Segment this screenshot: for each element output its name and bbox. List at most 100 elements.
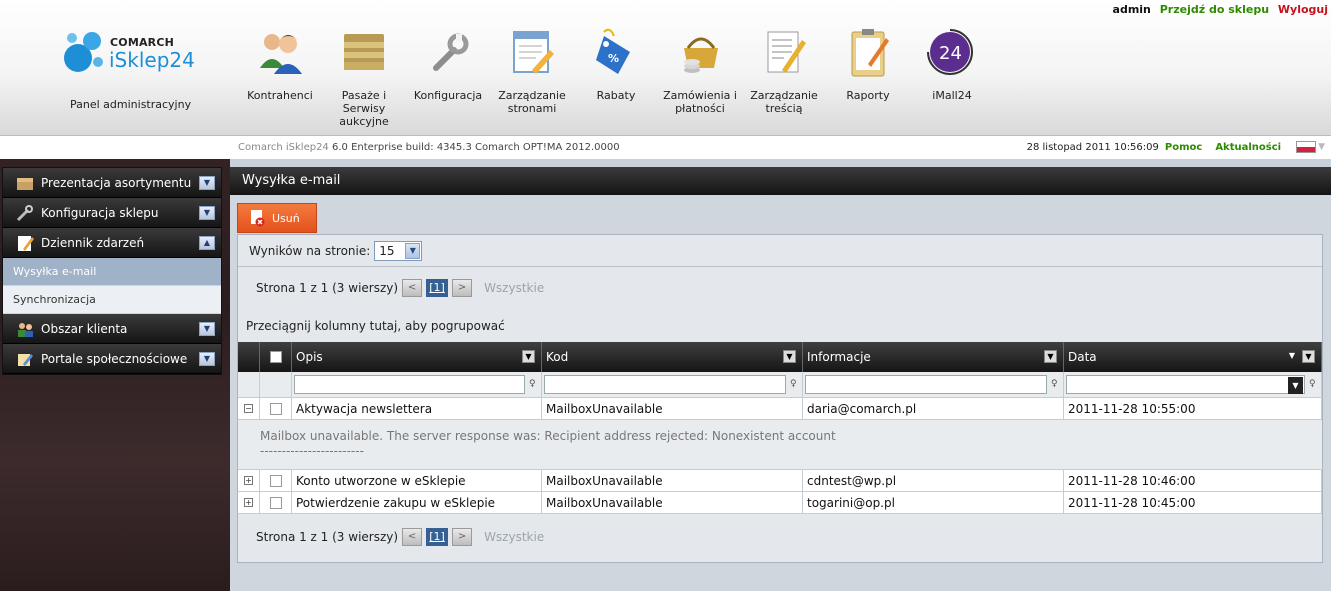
sidebar-section-label: Portale społecznościowe xyxy=(41,351,188,366)
row-detail: Mailbox unavailable. The server response… xyxy=(238,420,1322,470)
filter-cell-informacje: ♀ xyxy=(803,372,1064,397)
delete-button[interactable]: Usuń xyxy=(237,203,317,233)
collapse-icon[interactable]: − xyxy=(244,404,253,413)
nav-imall24[interactable]: 24 iMall24 xyxy=(910,24,994,102)
expand-icon[interactable]: + xyxy=(244,498,253,507)
sidebar-section-products[interactable]: Prezentacja asortymentu ▼ xyxy=(3,168,221,198)
filter-input-kod[interactable] xyxy=(544,375,786,394)
column-header-kod[interactable]: Kod ▼ xyxy=(542,342,803,372)
filter-icon[interactable]: ♀ xyxy=(529,379,538,390)
table-row[interactable]: + Potwierdzenie zakupu w eSklepie Mailbo… xyxy=(238,492,1322,514)
chevron-down-icon[interactable]: ▼ xyxy=(405,243,421,259)
row-checkbox[interactable] xyxy=(269,402,282,415)
sort-desc-icon: ▼ xyxy=(1288,351,1295,360)
cell-kod: MailboxUnavailable xyxy=(542,398,803,419)
sidebar-item-email-sending[interactable]: Wysyłka e-mail xyxy=(3,258,221,286)
expand-column-header xyxy=(238,342,260,372)
table-row[interactable]: + Konto utworzone w eSklepie MailboxUnav… xyxy=(238,470,1322,492)
current-page-button[interactable]: [1] xyxy=(426,528,449,546)
sidebar-section-social-portals[interactable]: Portale społecznościowe ▼ xyxy=(3,344,221,374)
cell-kod: MailboxUnavailable xyxy=(542,470,803,491)
column-header-informacje[interactable]: Informacje ▼ xyxy=(803,342,1064,372)
nav-label: Zamówienia i płatności xyxy=(663,89,737,115)
detail-message: Mailbox unavailable. The server response… xyxy=(260,429,836,443)
nav-pages[interactable]: Zarządzanie stronami xyxy=(490,24,574,115)
filter-menu-icon[interactable]: ▼ xyxy=(1044,350,1057,363)
select-all-checkbox[interactable] xyxy=(269,351,282,363)
nav-label: Pasaże i Serwisy aukcyjne xyxy=(339,89,389,128)
prev-page-button[interactable]: < xyxy=(402,279,423,297)
nav-content[interactable]: Zarządzanie treścią xyxy=(742,24,826,115)
email-log-grid: Wyników na stronie: 15 ▼ Strona 1 z 1 (3… xyxy=(237,234,1323,563)
current-page-button[interactable]: [1] xyxy=(426,279,449,297)
cell-kod: MailboxUnavailable xyxy=(542,492,803,513)
filter-icon[interactable]: ♀ xyxy=(1051,379,1060,390)
prev-page-button[interactable]: < xyxy=(402,528,423,546)
news-link[interactable]: Aktualności xyxy=(1215,142,1281,153)
row-checkbox[interactable] xyxy=(269,474,282,487)
row-checkbox[interactable] xyxy=(269,496,282,509)
language-flag-icon[interactable] xyxy=(1296,141,1317,153)
show-all-link[interactable]: Wszystkie xyxy=(484,281,544,295)
filter-icon[interactable]: ♀ xyxy=(1309,379,1318,390)
help-link[interactable]: Pomoc xyxy=(1165,142,1202,153)
divider xyxy=(238,266,1322,267)
expand-icon[interactable]: + xyxy=(244,476,253,485)
comarch-logo[interactable]: COMARCH iSklep24 xyxy=(62,28,195,78)
row-select[interactable] xyxy=(260,470,292,491)
clipboard-icon xyxy=(851,29,889,77)
sidebar-item-synchronization[interactable]: Synchronizacja xyxy=(3,286,221,314)
sidebar-section-event-log[interactable]: Dziennik zdarzeń ▲ xyxy=(3,228,221,258)
nav-reports[interactable]: Raporty xyxy=(826,24,910,102)
filter-input-informacje[interactable] xyxy=(805,375,1047,394)
filter-menu-icon[interactable]: ▼ xyxy=(522,350,535,363)
show-all-link[interactable]: Wszystkie xyxy=(484,530,544,544)
chevron-down-icon[interactable]: ▼ xyxy=(1318,142,1325,152)
collapse-icon[interactable]: ▲ xyxy=(199,236,215,250)
nav-discounts[interactable]: % Rabaty xyxy=(574,24,658,102)
filter-icon[interactable]: ♀ xyxy=(790,379,799,390)
row-expander[interactable]: − xyxy=(238,398,260,419)
row-select[interactable] xyxy=(260,398,292,419)
go-to-shop-link[interactable]: Przejdź do sklepu xyxy=(1160,3,1269,16)
nav-orders[interactable]: Zamówienia i płatności xyxy=(658,24,742,115)
filter-input-data[interactable] xyxy=(1066,375,1305,394)
next-page-button[interactable]: > xyxy=(452,279,473,297)
logout-link[interactable]: Wyloguj xyxy=(1278,3,1328,16)
results-per-page-select[interactable]: 15 ▼ xyxy=(374,241,423,261)
next-page-button[interactable]: > xyxy=(452,528,473,546)
filter-menu-icon[interactable]: ▼ xyxy=(783,350,796,363)
expand-icon[interactable]: ▼ xyxy=(199,322,215,336)
nav-marketplaces[interactable]: Pasaże i Serwisy aukcyjne xyxy=(322,24,406,128)
filter-row: ♀ ♀ ♀ ▼ ♀ xyxy=(238,372,1322,398)
sidebar-section-client-area[interactable]: Obszar klienta ▼ xyxy=(3,314,221,344)
filter-cell-opis: ♀ xyxy=(292,372,542,397)
column-header-opis[interactable]: Opis ▼ xyxy=(292,342,542,372)
table-row[interactable]: − Aktywacja newslettera MailboxUnavailab… xyxy=(238,398,1322,420)
nav-label: Zarządzanie stronami xyxy=(498,89,566,115)
filter-cell-empty xyxy=(238,372,260,397)
expand-icon[interactable]: ▼ xyxy=(199,206,215,220)
filter-menu-icon[interactable]: ▼ xyxy=(1302,350,1315,363)
row-select[interactable] xyxy=(260,492,292,513)
table-header: Opis ▼ Kod ▼ Informacje ▼ Data ▼ ▼ xyxy=(238,342,1322,372)
pager-top: Strona 1 z 1 (3 wierszy) < [1] > Wszystk… xyxy=(256,279,544,297)
sidebar-section-label: Obszar klienta xyxy=(41,321,128,336)
group-by-area[interactable]: Przeciągnij kolumny tutaj, aby pogrupowa… xyxy=(246,319,505,333)
column-header-data[interactable]: Data ▼ ▼ xyxy=(1064,342,1322,372)
date-picker-dropdown-icon[interactable]: ▼ xyxy=(1288,377,1303,394)
row-expander[interactable]: + xyxy=(238,492,260,513)
discount-tag-icon: % xyxy=(596,28,630,74)
results-per-page-value: 15 xyxy=(379,244,395,258)
expand-icon[interactable]: ▼ xyxy=(199,352,215,366)
cell-opis: Aktywacja newslettera xyxy=(292,398,542,419)
basket-icon xyxy=(684,37,718,73)
sidebar-section-shop-config[interactable]: Konfiguracja sklepu ▼ xyxy=(3,198,221,228)
sidebar-section-label: Prezentacja asortymentu xyxy=(41,175,192,190)
cell-opis: Konto utworzone w eSklepie xyxy=(292,470,542,491)
row-expander[interactable]: + xyxy=(238,470,260,491)
nav-contractors[interactable]: Kontrahenci xyxy=(238,24,322,102)
nav-configuration[interactable]: Konfiguracja xyxy=(406,24,490,102)
filter-input-opis[interactable] xyxy=(294,375,525,394)
expand-icon[interactable]: ▼ xyxy=(199,176,215,190)
